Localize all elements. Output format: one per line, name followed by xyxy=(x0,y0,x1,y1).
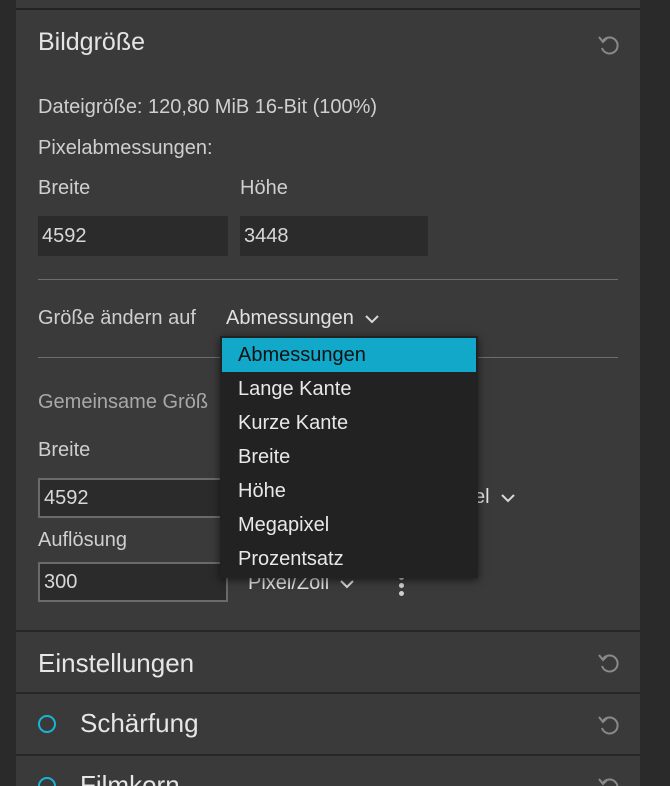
sharpening-panel-header[interactable]: Schärfung xyxy=(16,694,640,754)
enable-toggle-icon[interactable] xyxy=(38,715,56,733)
width-label: Breite xyxy=(38,177,91,199)
settings-panel-header[interactable]: Einstellungen xyxy=(16,632,640,692)
resolution-field[interactable]: 300 xyxy=(38,562,228,602)
chevron-down-icon xyxy=(364,314,380,324)
dropdown-option[interactable]: Lange Kante xyxy=(222,372,476,406)
dropdown-option[interactable]: Abmessungen xyxy=(222,338,476,372)
reset-icon[interactable] xyxy=(596,712,622,738)
resize-mode-value: Abmessungen xyxy=(226,307,354,329)
more-vertical-icon[interactable] xyxy=(399,575,407,599)
file-size-info: Dateigröße: 120,80 MiB 16-Bit (100%) xyxy=(38,96,378,118)
resize-mode-select[interactable]: Abmessungen xyxy=(226,307,380,330)
dropdown-option[interactable]: Megapixel xyxy=(222,508,476,542)
settings-title: Einstellungen xyxy=(38,648,195,678)
chevron-down-icon xyxy=(339,579,355,589)
height-label: Höhe xyxy=(240,177,288,199)
width-unit-select[interactable]: el xyxy=(474,486,516,509)
pixel-height-field[interactable]: 3448 xyxy=(240,216,428,256)
reset-icon[interactable] xyxy=(596,650,622,676)
film-grain-title: Filmkorn xyxy=(80,770,180,786)
dropdown-option[interactable]: Höhe xyxy=(222,474,476,508)
common-size-label: Gemeinsame Größ xyxy=(38,391,209,413)
resize-to-label: Größe ändern auf xyxy=(38,307,196,329)
reset-icon[interactable] xyxy=(596,774,622,786)
dropdown-option[interactable]: Breite xyxy=(222,440,476,474)
reset-icon[interactable] xyxy=(596,32,622,58)
enable-toggle-icon[interactable] xyxy=(38,777,56,786)
previous-panel-edge xyxy=(16,0,640,10)
resize-mode-dropdown: Abmessungen Lange Kante Kurze Kante Brei… xyxy=(220,336,478,578)
dropdown-option[interactable]: Prozentsatz xyxy=(222,542,476,576)
output-width-label: Breite xyxy=(38,439,91,461)
pixel-dimensions-label: Pixelabmessungen: xyxy=(38,137,213,159)
sharpening-title: Schärfung xyxy=(80,708,199,738)
dropdown-option[interactable]: Kurze Kante xyxy=(222,406,476,440)
resolution-label: Auflösung xyxy=(38,529,127,551)
chevron-down-icon xyxy=(500,493,516,503)
output-width-field[interactable]: 4592 xyxy=(38,478,228,518)
image-size-title: Bildgröße xyxy=(38,28,145,56)
divider xyxy=(38,279,618,280)
pixel-width-field[interactable]: 4592 xyxy=(38,216,228,256)
film-grain-panel-header[interactable]: Filmkorn xyxy=(16,756,640,786)
